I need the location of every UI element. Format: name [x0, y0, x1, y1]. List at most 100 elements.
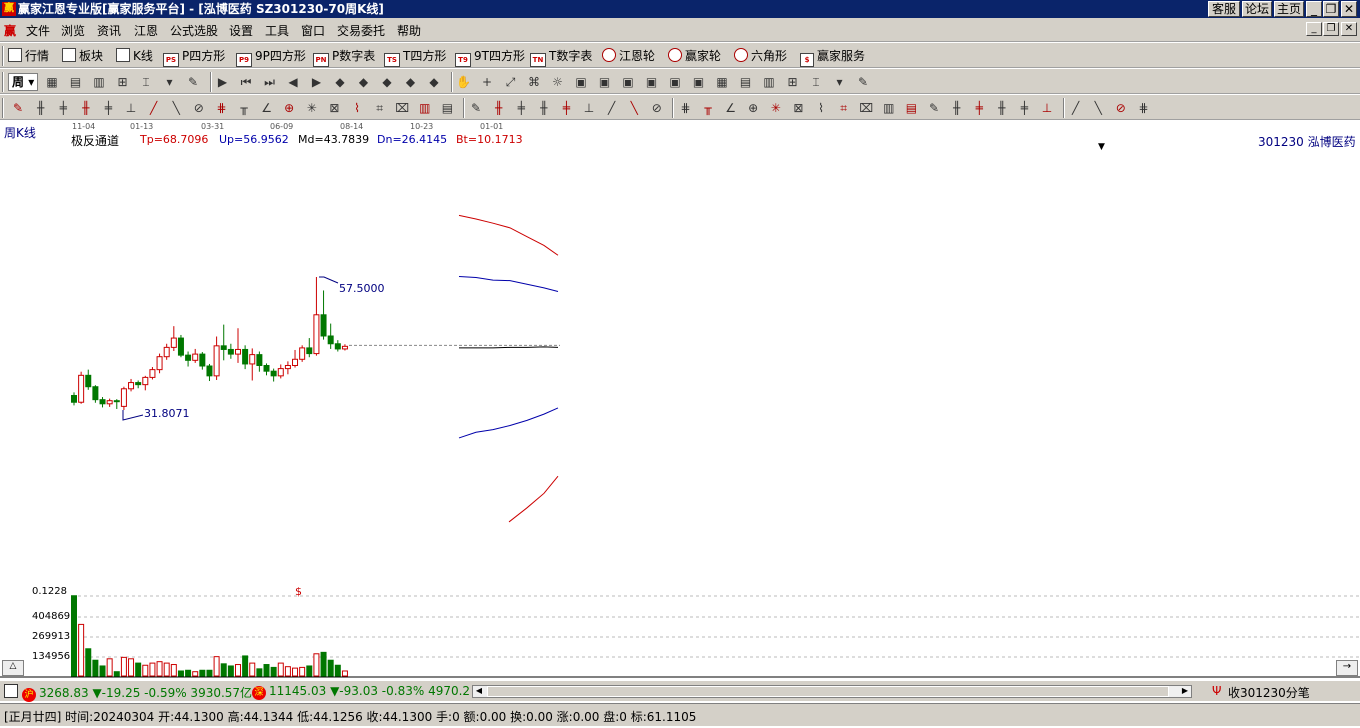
- forum-button[interactable]: 论坛: [1242, 1, 1272, 17]
- mdi-minimize-icon[interactable]: _: [1306, 22, 1322, 36]
- drawing-tool-44-icon[interactable]: ╫: [994, 100, 1010, 116]
- toolbar-t-square-button[interactable]: TS T四方形: [384, 47, 446, 67]
- chart-tool-35-icon[interactable]: ✎: [855, 74, 871, 90]
- drawing-tool-29-icon[interactable]: ⊘: [649, 100, 665, 116]
- sz-index[interactable]: 深 11145.03 ▼-93.03 -0.83% 4970.2: [252, 684, 470, 700]
- chart-tool-9-icon[interactable]: ⏮: [238, 74, 254, 90]
- toolbar-sector-button[interactable]: 板块: [62, 47, 103, 65]
- chart-tool-30-icon[interactable]: ▤: [738, 74, 754, 90]
- drawing-tool-25-icon[interactable]: ╪: [558, 100, 574, 116]
- chart-tool-31-icon[interactable]: ▥: [761, 74, 777, 90]
- chart-tool-13-icon[interactable]: ◆: [332, 74, 348, 90]
- scroll-right-arrow-icon[interactable]: ▶: [1179, 686, 1191, 697]
- sh-index[interactable]: 沪 3268.83 ▼-19.25 -0.59% 3930.57亿: [22, 684, 252, 702]
- drawing-tool-30-icon[interactable]: ⋕: [677, 100, 693, 116]
- chart-tool-34-icon[interactable]: ▾: [832, 74, 848, 90]
- close-icon[interactable]: ✕: [1341, 1, 1357, 17]
- chart-tool-7-icon[interactable]: ✎: [185, 74, 201, 90]
- chart-tool-20-icon[interactable]: ⤢: [503, 74, 519, 90]
- chart-tool-21-icon[interactable]: ⌘: [526, 74, 542, 90]
- chart-tool-4-icon[interactable]: ⊞: [115, 74, 131, 90]
- menu-trade[interactable]: 交易委托: [337, 22, 385, 39]
- service-button[interactable]: 客服: [1208, 1, 1240, 17]
- mdi-close-icon[interactable]: ✕: [1341, 22, 1357, 36]
- drawing-tool-48-icon[interactable]: ╲: [1090, 100, 1106, 116]
- drawing-tool-7-icon[interactable]: ╱: [146, 100, 162, 116]
- period-select[interactable]: 周 ▾: [8, 73, 38, 91]
- chart-tool-12-icon[interactable]: ▶: [309, 74, 325, 90]
- drawing-tool-33-icon[interactable]: ⊕: [745, 100, 761, 116]
- kline-chart-area[interactable]: 11-04 01-13 03-31 06-09 08-14 10-23 01-01 周K线 …: [0, 120, 1360, 678]
- drawing-tool-1-icon[interactable]: ✎: [10, 100, 26, 116]
- drawing-tool-46-icon[interactable]: ⊥: [1039, 100, 1055, 116]
- drawing-tool-4-icon[interactable]: ╫: [78, 100, 94, 116]
- chart-tool-2-icon[interactable]: ▤: [68, 74, 84, 90]
- chart-tool-17-icon[interactable]: ◆: [426, 74, 442, 90]
- drawing-tool-43-icon[interactable]: ╪: [971, 100, 987, 116]
- menu-settings[interactable]: 设置: [229, 22, 253, 39]
- drawing-tool-6-icon[interactable]: ⊥: [123, 100, 139, 116]
- chart-tool-11-icon[interactable]: ◀: [285, 74, 301, 90]
- drawing-tool-27-icon[interactable]: ╱: [604, 100, 620, 116]
- chart-tool-16-icon[interactable]: ◆: [403, 74, 419, 90]
- drawing-tool-23-icon[interactable]: ╪: [513, 100, 529, 116]
- chart-tool-32-icon[interactable]: ⊞: [785, 74, 801, 90]
- drawing-tool-12-icon[interactable]: ∠: [259, 100, 275, 116]
- drawing-tool-40-icon[interactable]: ▤: [903, 100, 919, 116]
- toolbar-t-table-button[interactable]: TN T数字表: [530, 47, 592, 67]
- drawing-tool-3-icon[interactable]: ╪: [55, 100, 71, 116]
- horizontal-scrollbar[interactable]: ◀ ▶: [472, 685, 1192, 698]
- drawing-tool-5-icon[interactable]: ╪: [100, 100, 116, 116]
- drawing-tool-9-icon[interactable]: ⊘: [191, 100, 207, 116]
- drawing-tool-50-icon[interactable]: ⋕: [1135, 100, 1151, 116]
- drawing-tool-21-icon[interactable]: ✎: [468, 100, 484, 116]
- chart-tool-19-icon[interactable]: +: [479, 74, 495, 90]
- menu-info[interactable]: 资讯: [97, 22, 121, 39]
- toolbar-hexagon-button[interactable]: 六角形: [734, 47, 787, 65]
- chart-tool-14-icon[interactable]: ◆: [356, 74, 372, 90]
- kline-chart[interactable]: 11-04 01-13 03-31 06-09 08-14 10-23 01-01: [0, 120, 1360, 678]
- chart-tool-28-icon[interactable]: ▣: [691, 74, 707, 90]
- toolbar-9p-square-button[interactable]: P9 9P四方形: [236, 47, 306, 67]
- chart-tool-3-icon[interactable]: ▥: [91, 74, 107, 90]
- drawing-tool-35-icon[interactable]: ⊠: [790, 100, 806, 116]
- drawing-tool-18-icon[interactable]: ⌧: [394, 100, 410, 116]
- toolbar-9t-square-button[interactable]: T9 9T四方形: [455, 47, 525, 67]
- chart-tool-18-icon[interactable]: ✋: [456, 74, 472, 90]
- chart-tool-6-icon[interactable]: ▾: [162, 74, 178, 90]
- drawing-tool-38-icon[interactable]: ⌧: [858, 100, 874, 116]
- chart-tool-24-icon[interactable]: ▣: [597, 74, 613, 90]
- drawing-tool-37-icon[interactable]: ⌗: [836, 100, 852, 116]
- chart-tool-1-icon[interactable]: ▦: [44, 74, 60, 90]
- drawing-tool-49-icon[interactable]: ⊘: [1113, 100, 1129, 116]
- chart-tool-29-icon[interactable]: ▦: [714, 74, 730, 90]
- drawing-tool-41-icon[interactable]: ✎: [926, 100, 942, 116]
- chart-tool-33-icon[interactable]: ⌶: [808, 74, 824, 90]
- drawing-tool-31-icon[interactable]: ╥: [700, 100, 716, 116]
- menu-tools[interactable]: 工具: [265, 22, 289, 39]
- scrollbar-thumb[interactable]: [487, 686, 1169, 697]
- chart-tool-23-icon[interactable]: ▣: [573, 74, 589, 90]
- drawing-tool-34-icon[interactable]: ✳: [768, 100, 784, 116]
- drawing-tool-47-icon[interactable]: ╱: [1068, 100, 1084, 116]
- drawing-tool-36-icon[interactable]: ⌇: [813, 100, 829, 116]
- chart-tool-26-icon[interactable]: ▣: [644, 74, 660, 90]
- drawing-tool-2-icon[interactable]: ╫: [33, 100, 49, 116]
- drawing-tool-24-icon[interactable]: ╫: [536, 100, 552, 116]
- drawing-tool-14-icon[interactable]: ✳: [304, 100, 320, 116]
- chart-tool-8-icon[interactable]: ▶: [215, 74, 231, 90]
- drawing-tool-17-icon[interactable]: ⌗: [372, 100, 388, 116]
- toolbar-winner-wheel-button[interactable]: 赢家轮: [668, 47, 721, 65]
- chart-tool-22-icon[interactable]: ☼: [550, 74, 566, 90]
- drawing-tool-45-icon[interactable]: ╪: [1016, 100, 1032, 116]
- scroll-right-icon[interactable]: →: [1336, 660, 1358, 676]
- menu-help[interactable]: 帮助: [397, 22, 421, 39]
- toolbar-service-button[interactable]: $ 赢家服务: [800, 47, 865, 67]
- drawing-tool-16-icon[interactable]: ⌇: [349, 100, 365, 116]
- grid-icon[interactable]: [4, 684, 18, 698]
- restore-icon[interactable]: ❐: [1323, 1, 1339, 17]
- drawing-tool-19-icon[interactable]: ▥: [417, 100, 433, 116]
- toolbar-p-table-button[interactable]: PN P数字表: [313, 47, 375, 67]
- toolbar-p-square-button[interactable]: PS P四方形: [163, 47, 225, 67]
- drawing-tool-11-icon[interactable]: ╥: [236, 100, 252, 116]
